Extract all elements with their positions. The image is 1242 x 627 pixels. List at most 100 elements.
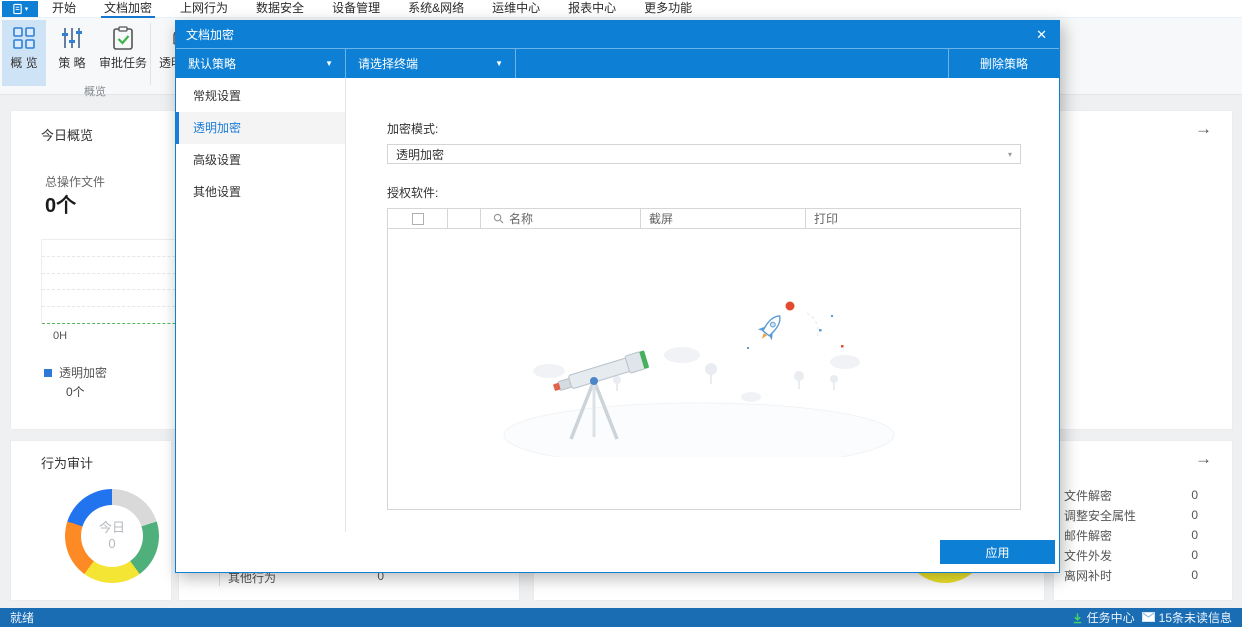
sidebar-item-other-settings[interactable]: 其他设置 bbox=[176, 176, 345, 208]
table-header-row: 名称 截屏 打印 bbox=[388, 209, 1020, 229]
arrow-right-icon[interactable]: → bbox=[1195, 119, 1212, 139]
dialog-content: 加密模式: 透明加密 ▾ 授权软件: 名称 截屏 打印 bbox=[346, 78, 1059, 532]
menu-item-data-security[interactable]: 数据安全 bbox=[256, 0, 304, 18]
caret-down-icon: ▼ bbox=[325, 59, 333, 68]
donut-center-value: 0 bbox=[108, 536, 116, 551]
legend-value: 0个 bbox=[66, 385, 85, 399]
card-title: 行为审计 bbox=[41, 456, 94, 471]
sidebar-item-transparent-encryption[interactable]: 透明加密 bbox=[176, 112, 345, 144]
unread-messages-label: 15条未读信息 bbox=[1158, 611, 1232, 625]
stat-list: 文件解密 0 调整安全属性 0 邮件解密 0 文件外发 0 离网补时 0 bbox=[1054, 485, 1232, 585]
grid-icon bbox=[13, 27, 35, 49]
statusbar: 就绪 任务中心 15条未读信息 bbox=[0, 608, 1242, 627]
app-menu-button[interactable]: ▾ bbox=[2, 1, 38, 17]
list-item: 文件解密 0 bbox=[1054, 485, 1232, 505]
menu-item-system-network[interactable]: 系统&网络 bbox=[408, 0, 464, 18]
dialog-footer: 应用 bbox=[176, 532, 1059, 572]
document-encryption-dialog: 文档加密 ✕ 默认策略 ▼ 请选择终端 ▼ 删除策略 常规设置 透明加密 高级设… bbox=[175, 20, 1060, 573]
ribbon-button-label: 概 览 bbox=[10, 56, 38, 70]
stat-label: 文件解密 bbox=[1064, 488, 1113, 503]
sidebar-item-advanced-settings[interactable]: 高级设置 bbox=[176, 144, 345, 176]
menubar: ▾ 开始 文档加密 上网行为 数据安全 设备管理 系统&网络 运维中心 报表中心… bbox=[0, 0, 1242, 18]
document-icon bbox=[13, 3, 22, 15]
card-title: 今日概览 bbox=[41, 128, 94, 143]
policy-bar: 默认策略 ▼ 请选择终端 ▼ 删除策略 bbox=[176, 48, 1059, 78]
header-cell-print: 打印 bbox=[806, 209, 1020, 228]
menu-item-web-behavior[interactable]: 上网行为 bbox=[180, 0, 228, 18]
authorized-software-label: 授权软件: bbox=[387, 186, 439, 200]
ribbon-button-overview[interactable]: 概 览 bbox=[2, 20, 46, 86]
mail-icon bbox=[1141, 612, 1155, 622]
x-axis-tick: 0H bbox=[53, 330, 68, 342]
stat-label: 离网补时 bbox=[1064, 568, 1113, 583]
column-header-label: 打印 bbox=[814, 212, 839, 226]
list-item: 调整安全属性 0 bbox=[1054, 505, 1232, 525]
task-center-label: 任务中心 bbox=[1086, 611, 1135, 625]
apply-button[interactable]: 应用 bbox=[940, 540, 1055, 564]
menu-item-device-mgmt[interactable]: 设备管理 bbox=[332, 0, 380, 18]
caret-down-icon: ▾ bbox=[24, 5, 29, 13]
menu-item-start[interactable]: 开始 bbox=[52, 0, 76, 18]
task-center-button[interactable]: 任务中心 bbox=[1072, 609, 1135, 626]
stat-value: 0 bbox=[1191, 528, 1198, 542]
stat-value: 0 bbox=[1191, 568, 1198, 582]
rocket bbox=[757, 315, 781, 341]
sidebar-item-general-settings[interactable]: 常规设置 bbox=[176, 80, 345, 112]
stat-value: 0 bbox=[1191, 508, 1198, 522]
ribbon-button-label: 策 略 bbox=[58, 56, 86, 70]
arrow-right-icon[interactable]: → bbox=[1195, 449, 1212, 469]
column-header-label: 名称 bbox=[509, 212, 534, 226]
menu-item-ops-center[interactable]: 运维中心 bbox=[492, 0, 540, 18]
menu-item-report-center[interactable]: 报表中心 bbox=[568, 0, 616, 18]
stat-label: 调整安全属性 bbox=[1064, 508, 1137, 523]
dialog-sidebar: 常规设置 透明加密 高级设置 其他设置 bbox=[176, 78, 346, 532]
total-files-value: 0个 bbox=[45, 195, 77, 217]
table-empty-body bbox=[388, 229, 1020, 509]
caret-down-icon: ▼ bbox=[495, 59, 503, 68]
stat-value: 0 bbox=[1191, 548, 1198, 562]
stat-value: 0 bbox=[1191, 488, 1198, 502]
legend-label: 透明加密 bbox=[59, 366, 108, 380]
caret-down-icon: ▾ bbox=[1007, 149, 1012, 159]
ribbon-group-label: 概览 bbox=[84, 86, 106, 98]
list-item: 离网补时 0 bbox=[1054, 565, 1232, 585]
search-icon bbox=[493, 213, 504, 224]
menu-item-doc-encryption[interactable]: 文档加密 bbox=[101, 0, 156, 18]
ribbon-button-approval-tasks[interactable]: 审批任务 bbox=[97, 20, 149, 86]
list-item: 邮件解密 0 bbox=[1054, 525, 1232, 545]
empty-state-illustration bbox=[503, 301, 895, 457]
audit-donut: 今日 0 bbox=[65, 489, 159, 583]
header-cell-empty bbox=[448, 209, 481, 228]
terminal-dropdown-value: 请选择终端 bbox=[358, 57, 419, 71]
encryption-mode-label: 加密模式: bbox=[387, 122, 439, 136]
ribbon-group-divider bbox=[150, 23, 151, 85]
column-header-label: 截屏 bbox=[649, 212, 674, 226]
unread-messages-button[interactable]: 15条未读信息 bbox=[1141, 609, 1232, 626]
header-cell-name: 名称 bbox=[481, 209, 641, 228]
donut-center: 今日 0 bbox=[81, 505, 143, 567]
status-ready-text: 就绪 bbox=[10, 611, 35, 625]
stat-label: 文件外发 bbox=[1064, 548, 1113, 563]
policy-dropdown-value: 默认策略 bbox=[188, 57, 237, 71]
select-all-checkbox[interactable] bbox=[411, 212, 424, 225]
download-icon bbox=[1073, 612, 1081, 623]
policy-dropdown[interactable]: 默认策略 ▼ bbox=[176, 49, 346, 78]
sliders-icon bbox=[62, 28, 82, 48]
close-icon[interactable]: ✕ bbox=[1036, 28, 1047, 41]
ribbon-button-label: 审批任务 bbox=[98, 56, 147, 70]
behavior-audit-card: 行为审计 今日 0 bbox=[10, 440, 172, 601]
clipboard-check-icon bbox=[113, 26, 133, 50]
encryption-mode-select[interactable]: 透明加密 ▾ bbox=[387, 144, 1021, 164]
menu-item-more[interactable]: 更多功能 bbox=[644, 0, 692, 18]
delete-policy-button[interactable]: 删除策略 bbox=[949, 49, 1059, 78]
terminal-dropdown[interactable]: 请选择终端 ▼ bbox=[346, 49, 516, 78]
ribbon-button-policy[interactable]: 策 略 bbox=[50, 20, 94, 86]
dialog-titlebar[interactable]: 文档加密 ✕ bbox=[176, 21, 1059, 48]
header-cell-screenshot: 截屏 bbox=[641, 209, 806, 228]
total-files-label: 总操作文件 bbox=[45, 175, 106, 189]
authorized-software-table: 名称 截屏 打印 bbox=[387, 208, 1021, 510]
donut-center-label: 今日 bbox=[98, 520, 125, 535]
stat-label: 邮件解密 bbox=[1064, 528, 1113, 543]
chart-legend: 透明加密 bbox=[44, 364, 107, 381]
dialog-title: 文档加密 bbox=[186, 28, 235, 42]
